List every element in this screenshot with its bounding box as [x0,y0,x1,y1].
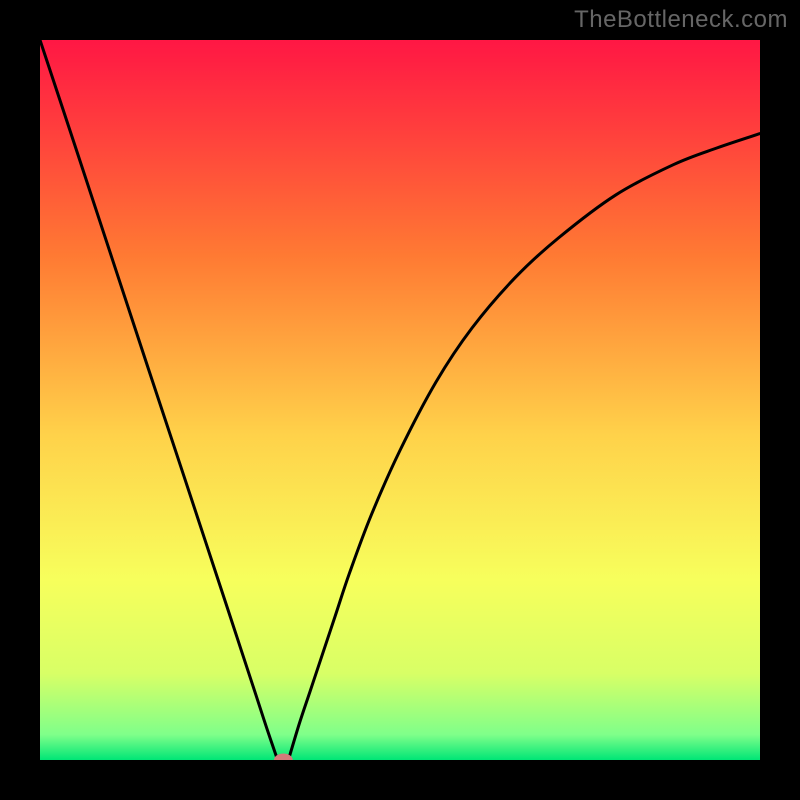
plot-area [40,40,760,760]
gradient-background [40,40,760,760]
watermark-text: TheBottleneck.com [574,6,788,34]
chart-svg [40,40,760,760]
chart-frame: TheBottleneck.com [0,0,800,800]
